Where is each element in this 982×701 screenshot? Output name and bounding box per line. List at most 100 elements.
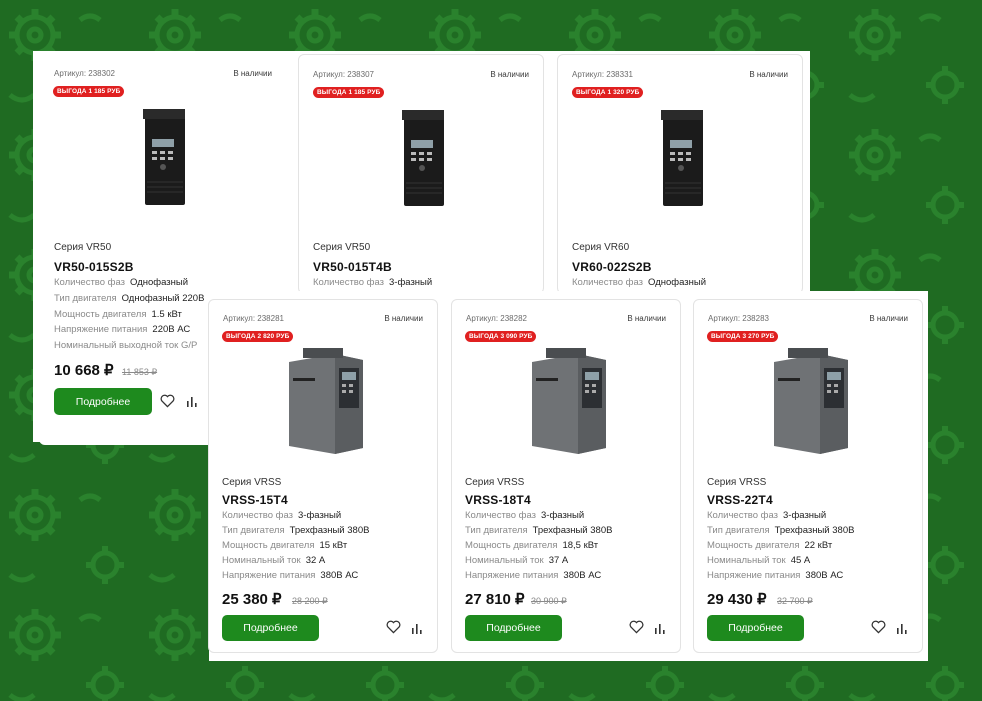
sku-label: Артикул: 238282 <box>466 314 527 323</box>
details-button[interactable]: Подробнее <box>707 615 804 641</box>
details-button[interactable]: Подробнее <box>54 388 152 415</box>
spec-key: Количество фаз <box>222 510 294 521</box>
compare-icon[interactable] <box>411 622 423 634</box>
series-label: Серия VRSS <box>465 477 525 488</box>
spec-value: 3-фазный <box>298 510 342 521</box>
spec-value: Однофазный <box>130 277 188 288</box>
heart-icon[interactable] <box>629 620 644 634</box>
spec-row: Тип двигателя Трехфазный 380В <box>465 525 612 536</box>
stock-status: В наличии <box>749 70 788 79</box>
product-card[interactable]: Артикул: 238331 В наличии ВЫГОДА 1 320 Р… <box>557 54 803 294</box>
spec-key: Номинальный выходной ток G/P <box>54 340 198 351</box>
spec-key: Напряжение питания <box>465 570 559 581</box>
spec-value: Однофазный <box>648 277 706 288</box>
spec-key: Напряжение питания <box>222 570 316 581</box>
spec-key: Количество фаз <box>54 277 126 288</box>
details-button[interactable]: Подробнее <box>465 615 562 641</box>
sku-label: Артикул: 238302 <box>54 69 115 78</box>
spec-row: Мощность двигателя 18,5 кВт <box>465 540 598 551</box>
current-price: 29 430 ₽ <box>707 591 767 608</box>
product-card[interactable]: Артикул: 238307 В наличии ВЫГОДА 1 185 Р… <box>298 54 544 294</box>
heart-icon[interactable] <box>160 394 175 408</box>
spec-key: Количество фаз <box>465 510 537 521</box>
spec-row: Количество фаз 3-фазный <box>313 277 432 288</box>
spec-row: Напряжение питания 380В АС <box>465 570 601 581</box>
spec-value: Однофазный 220В <box>121 293 205 304</box>
inverter-large-icon[interactable] <box>528 348 610 456</box>
spec-key: Номинальный ток <box>465 555 544 566</box>
old-price: 28 200 ₽ <box>292 596 328 606</box>
series-label: Серия VRSS <box>222 477 282 488</box>
spec-key: Напряжение питания <box>54 324 148 335</box>
current-price: 25 380 ₽ <box>222 591 282 608</box>
spec-value: 45 А <box>790 555 811 566</box>
spec-row: Мощность двигателя 22 кВт <box>707 540 832 551</box>
heart-icon[interactable] <box>871 620 886 634</box>
model-name[interactable]: VRSS-15T4 <box>222 493 288 507</box>
spec-value: 22 кВт <box>804 540 833 551</box>
spec-key: Количество фаз <box>707 510 779 521</box>
spec-key: Количество фаз <box>572 277 644 288</box>
spec-value: 1.5 кВт <box>151 309 182 320</box>
model-name[interactable]: VRSS-22T4 <box>707 493 773 507</box>
spec-value: 18,5 кВт <box>562 540 599 551</box>
model-name[interactable]: VR50-015S2B <box>54 260 134 274</box>
spec-row: Количество фаз Однофазный <box>54 277 188 288</box>
spec-row: Количество фаз 3-фазный <box>465 510 584 521</box>
spec-row: Напряжение питания 220В АС <box>54 324 190 335</box>
inverter-small-icon[interactable] <box>398 108 448 210</box>
spec-key: Тип двигателя <box>465 525 528 536</box>
spec-value: 3-фазный <box>389 277 433 288</box>
spec-row: Мощность двигателя 15 кВт <box>222 540 347 551</box>
old-price: 32 700 ₽ <box>777 596 813 606</box>
details-button[interactable]: Подробнее <box>222 615 319 641</box>
spec-row: Тип двигателя Трехфазный 380В <box>707 525 854 536</box>
discount-badge: ВЫГОДА 3 090 РУБ <box>465 331 537 342</box>
spec-row: Напряжение питания 380В АС <box>707 570 843 581</box>
inverter-small-icon[interactable] <box>657 108 707 210</box>
heart-icon[interactable] <box>386 620 401 634</box>
product-card[interactable]: Артикул: 238282 В наличии ВЫГОДА 3 090 Р… <box>451 299 681 653</box>
spec-row: Тип двигателя Однофазный 220В <box>54 293 204 304</box>
discount-badge: ВЫГОДА 3 270 РУБ <box>707 331 779 342</box>
sku-label: Артикул: 238283 <box>708 314 769 323</box>
spec-value: 380В АС <box>805 570 844 581</box>
product-card[interactable]: Артикул: 238283 В наличии ВЫГОДА 3 270 Р… <box>693 299 923 653</box>
discount-badge: ВЫГОДА 2 820 РУБ <box>222 331 294 342</box>
model-name[interactable]: VRSS-18T4 <box>465 493 531 507</box>
spec-key: Мощность двигателя <box>54 309 147 320</box>
discount-badge: ВЫГОДА 1 185 РУБ <box>313 87 385 98</box>
inverter-small-icon[interactable] <box>139 107 189 209</box>
spec-key: Номинальный ток <box>707 555 786 566</box>
spec-row: Номинальный ток 32 А <box>222 555 325 566</box>
old-price: 11 853 ₽ <box>122 367 158 377</box>
spec-key: Тип двигателя <box>707 525 770 536</box>
model-name[interactable]: VR50-015T4B <box>313 260 392 274</box>
spec-value: 380В АС <box>563 570 602 581</box>
product-card[interactable]: Артикул: 238281 В наличии ВЫГОДА 2 820 Р… <box>208 299 438 653</box>
model-name[interactable]: VR60-022S2B <box>572 260 652 274</box>
spec-row: Номинальный ток 37 А <box>465 555 568 566</box>
spec-key: Мощность двигателя <box>465 540 558 551</box>
sku-label: Артикул: 238281 <box>223 314 284 323</box>
series-label: Серия VR60 <box>572 242 630 253</box>
compare-icon[interactable] <box>896 622 908 634</box>
spec-value: Трехфазный 380В <box>774 525 855 536</box>
spec-row: Напряжение питания 380В АС <box>222 570 358 581</box>
spec-row: Количество фаз 3-фазный <box>222 510 341 521</box>
old-price: 30 900 ₽ <box>531 596 567 606</box>
stock-status: В наличии <box>490 70 529 79</box>
discount-badge: ВЫГОДА 1 320 РУБ <box>572 87 644 98</box>
stock-status: В наличии <box>627 314 666 323</box>
compare-icon[interactable] <box>186 395 198 407</box>
spec-key: Напряжение питания <box>707 570 801 581</box>
compare-icon[interactable] <box>654 622 666 634</box>
sku-label: Артикул: 238307 <box>313 70 374 79</box>
spec-row: Мощность двигателя 1.5 кВт <box>54 309 182 320</box>
sku-label: Артикул: 238331 <box>572 70 633 79</box>
inverter-large-icon[interactable] <box>770 348 852 456</box>
inverter-large-icon[interactable] <box>285 348 367 456</box>
spec-key: Количество фаз <box>313 277 385 288</box>
spec-value: Трехфазный 380В <box>289 525 370 536</box>
series-label: Серия VR50 <box>313 242 371 253</box>
